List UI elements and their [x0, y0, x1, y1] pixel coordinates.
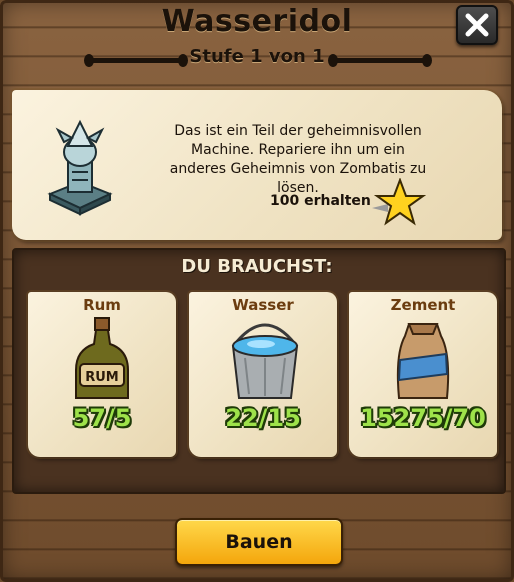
build-button[interactable]: Bauen [175, 518, 343, 566]
requirement-label: Wasser [232, 296, 294, 314]
requirement-count: 15275/70 [360, 404, 486, 432]
requirement-label: Rum [83, 296, 121, 314]
water-idol-icon [47, 119, 113, 216]
water-bucket-icon [231, 323, 299, 399]
reward-label: 100 erhalten [270, 193, 371, 209]
rum-bottle-icon: RUM [75, 317, 129, 399]
dialog-subtitle: Stufe 1 von 1 [189, 46, 325, 67]
requirement-card-wasser: Wasser 22/15 [189, 292, 337, 457]
close-icon [465, 13, 489, 37]
requirements-heading: DU BRAUCHST: [181, 256, 333, 277]
cement-bag-icon [396, 323, 450, 399]
star-icon [372, 178, 426, 226]
bone-divider-right [328, 54, 432, 67]
requirement-card-zement: Zement 15275/70 [349, 292, 497, 457]
requirement-label: Zement [390, 296, 456, 314]
requirement-card-rum: Rum RUM 57/5 [28, 292, 176, 457]
close-button[interactable] [456, 5, 498, 45]
requirement-count: 22/15 [225, 404, 301, 432]
requirement-count: 57/5 [72, 404, 132, 432]
dialog-title: Wasseridol [161, 4, 353, 39]
svg-text:RUM: RUM [85, 370, 119, 385]
